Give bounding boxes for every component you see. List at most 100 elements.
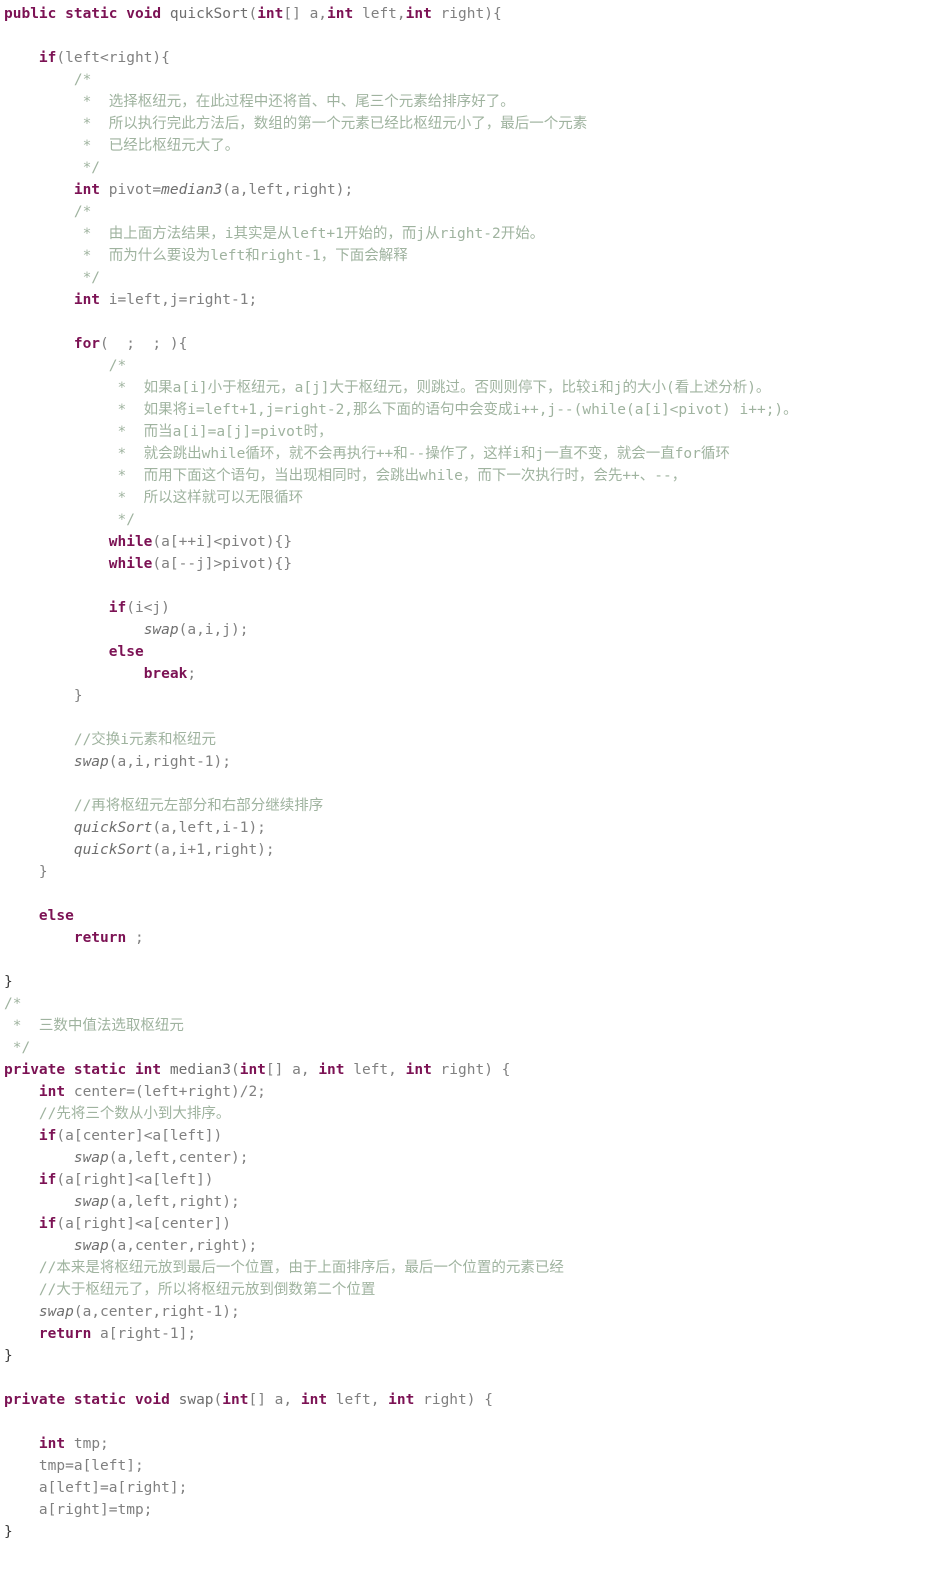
token-comment: * 所以这样就可以无限循环 (4, 490, 304, 506)
code-line: while(a[--j]>pivot){} (4, 553, 949, 575)
token-comment: * 而用下面这个语句，当出现相同时，会跳出while，而下一次执行时，会先++、… (4, 468, 687, 484)
token-comment: * 而为什么要设为left和right-1，下面会解释 (4, 248, 408, 264)
code-line: if(a[right]<a[center]) (4, 1213, 949, 1235)
code-line: swap(a,i,right-1); (4, 751, 949, 773)
code-line: quickSort(a,left,i-1); (4, 817, 949, 839)
code-line: private static void swap(int[] a, int le… (4, 1389, 949, 1411)
token-plain: (a,i+1,right); (152, 842, 275, 858)
code-line: * 所以这样就可以无限循环 (4, 487, 949, 509)
token-keyword: else (108, 644, 144, 660)
token-plain: } (4, 864, 48, 880)
code-line: * 而当a[i]=a[j]=pivot时， (4, 421, 949, 443)
token-plain: ; (126, 930, 144, 946)
token-keyword: int (38, 1084, 66, 1100)
token-plain: ( (230, 1062, 240, 1078)
token-plain: (a[++i]<pivot){} (152, 534, 293, 550)
token-method-call: swap (143, 622, 179, 638)
code-line: //再将枢纽元左部分和右部分继续排序 (4, 795, 949, 817)
token-comment: /* (4, 996, 22, 1012)
token-comment: /* (4, 72, 92, 88)
token-comment: * 所以执行完此方法后，数组的第一个元素已经比枢纽元小了，最后一个元素 (4, 116, 588, 132)
token-keyword: int (73, 182, 101, 198)
code-line: if(a[right]<a[left]) (4, 1169, 949, 1191)
token-keyword: if (38, 50, 57, 66)
token-plain: (a,center,right); (108, 1238, 258, 1254)
code-line: swap(a,left,right); (4, 1191, 949, 1213)
code-line: } (4, 685, 949, 707)
token-comment: * 已经比枢纽元大了。 (4, 138, 240, 154)
token-plain: ( (248, 6, 258, 22)
code-line: /* (4, 69, 949, 91)
code-line: swap(a,i,j); (4, 619, 949, 641)
token-keyword: return (38, 1326, 92, 1342)
code-line: swap(a,left,center); (4, 1147, 949, 1169)
code-line: int pivot=median3(a,left,right); (4, 179, 949, 201)
token-keyword: while (108, 556, 153, 572)
token-keyword: int (73, 292, 101, 308)
token-plain: (a,i,j); (178, 622, 249, 638)
token-plain: (a,left,i-1); (152, 820, 266, 836)
code-line: a[right]=tmp; (4, 1499, 949, 1521)
code-line: */ (4, 267, 949, 289)
code-line: * 就会跳出while循环，就不会再执行++和--操作了，这样i和j一直不变，就… (4, 443, 949, 465)
code-line: //本来是将枢纽元放到最后一个位置，由于上面排序后，最后一个位置的元素已经 (4, 1257, 949, 1279)
token-method-call: swap (73, 1238, 109, 1254)
token-comment: */ (4, 270, 101, 286)
token-plain: (a,center,right-1); (73, 1304, 240, 1320)
token-keyword: private static int (4, 1062, 170, 1078)
token-plain: pivot= (100, 182, 162, 198)
code-line: } (4, 1521, 949, 1543)
code-line: * 而用下面这个语句，当出现相同时，会跳出while，而下一次执行时，会先++、… (4, 465, 949, 487)
token-keyword: int (257, 6, 284, 22)
code-line: if(i<j) (4, 597, 949, 619)
token-plain: tmp; (65, 1436, 109, 1452)
token-method-name: swap (178, 1392, 214, 1408)
token-plain: (a,i,right-1); (108, 754, 231, 770)
code-line: * 如果a[i]小于枢纽元，a[j]大于枢纽元，则跳过。否则则停下，比较i和j的… (4, 377, 949, 399)
code-line: * 而为什么要设为left和right-1，下面会解释 (4, 245, 949, 267)
code-line: * 如果将i=left+1,j=right-2,那么下面的语句中会变成i++,j… (4, 399, 949, 421)
token-plain: left, (353, 6, 406, 22)
token-method-name: quickSort (169, 6, 249, 22)
code-line: for( ; ; ){ (4, 333, 949, 355)
token-comment: //再将枢纽元左部分和右部分继续排序 (4, 798, 324, 814)
token-plain: right){ (431, 6, 502, 22)
code-line: a[left]=a[right]; (4, 1477, 949, 1499)
token-method-name: median3 (169, 1062, 231, 1078)
token-comment: */ (4, 160, 101, 176)
token-method-call: swap (38, 1304, 74, 1320)
code-listing[interactable]: public static void quickSort(int[] a,int… (0, 0, 949, 1543)
token-plain: center=(left+right)/2; (65, 1084, 266, 1100)
token-comment: * 由上面方法结果，i其实是从left+1开始的，而j从right-2开始。 (4, 226, 545, 242)
code-line: return a[right-1]; (4, 1323, 949, 1345)
token-comment: * 如果将i=left+1,j=right-2,那么下面的语句中会变成i++,j… (4, 402, 798, 418)
token-keyword: if (38, 1172, 57, 1188)
code-line: if(left<right){ (4, 47, 949, 69)
token-plain: ; (187, 666, 197, 682)
token-comment: //大于枢纽元了，所以将枢纽元放到倒数第二个位置 (4, 1282, 376, 1298)
token-comment: * 就会跳出while循环，就不会再执行++和--操作了，这样i和j一直不变，就… (4, 446, 730, 462)
code-line: int tmp; (4, 1433, 949, 1455)
code-line: quickSort(a,i+1,right); (4, 839, 949, 861)
token-plain: right) { (431, 1062, 511, 1078)
token-keyword: int (318, 1062, 345, 1078)
token-comment: */ (4, 1040, 31, 1056)
